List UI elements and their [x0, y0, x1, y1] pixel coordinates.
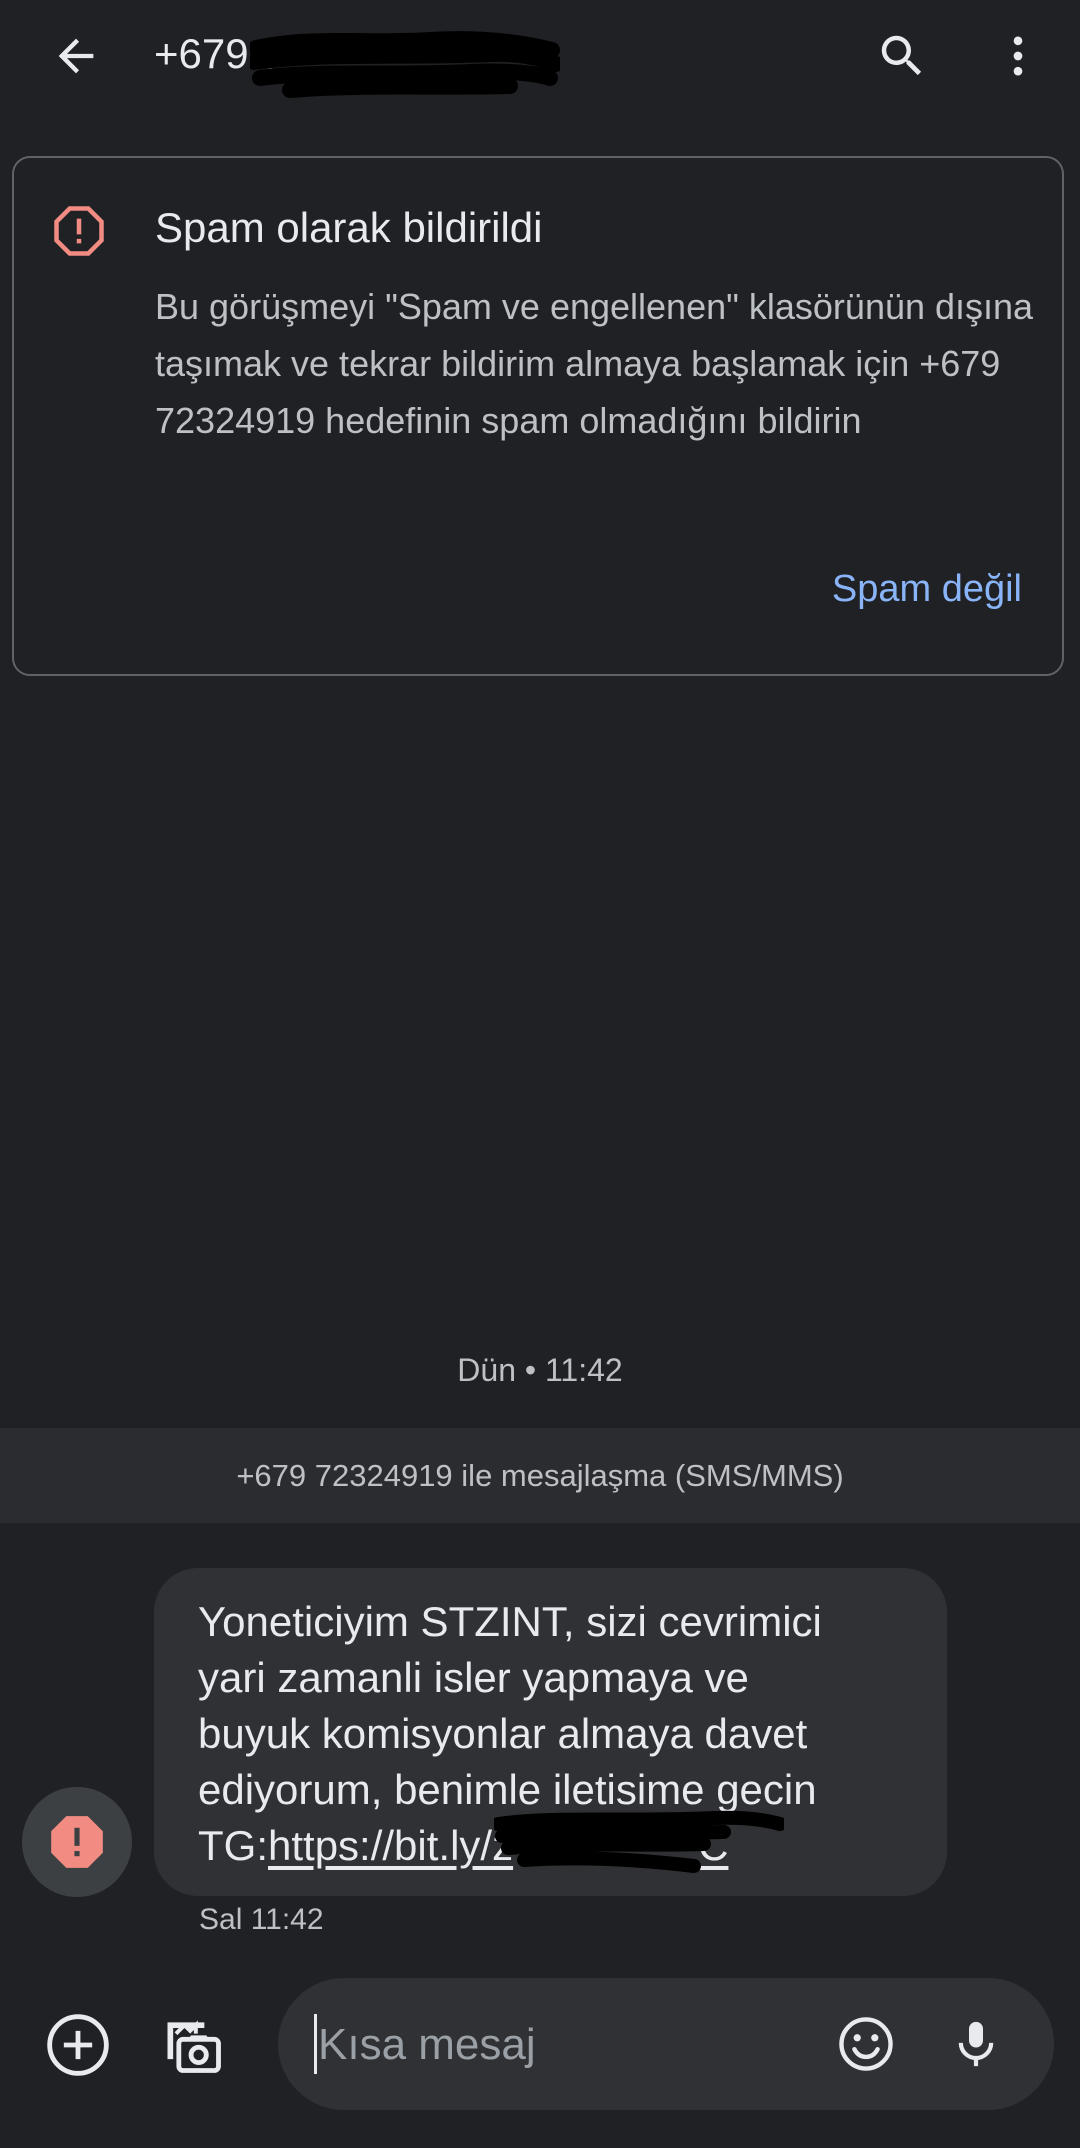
mic-icon — [958, 2021, 994, 2067]
spam-card-title: Spam olarak bildirildi — [155, 204, 543, 251]
gallery-button[interactable] — [153, 2005, 233, 2085]
search-button[interactable] — [862, 16, 942, 96]
sender-avatar[interactable] — [22, 1787, 132, 1897]
message-bubble[interactable]: Yoneticiyim STZINT, sizi cevrimici yari … — [154, 1568, 947, 1896]
message-timestamp: Sal 11:42 — [199, 1903, 324, 1936]
message-link-text: https://bit.ly/z — [268, 1822, 514, 1869]
spam-card-body: Bu görüşmeyi "Spam ve engellenen" klasör… — [155, 286, 1034, 441]
voice-input-button[interactable] — [936, 2004, 1016, 2084]
add-circle-icon — [47, 2014, 109, 2076]
more-options-button[interactable] — [978, 16, 1058, 96]
message-input[interactable] — [316, 2004, 810, 2086]
emoji-button[interactable] — [826, 2004, 906, 2084]
spam-reported-card: Spam olarak bildirildi Bu görüşmeyi "Spa… — [12, 156, 1064, 676]
redaction-scribble — [494, 1810, 784, 1873]
error-icon — [51, 1816, 103, 1868]
sms-protocol-banner: +679 72324919 ile mesajlaşma (SMS/MMS) — [0, 1428, 1080, 1523]
date-divider: Dün • 11:42 — [457, 1352, 623, 1388]
top-app-bar: +679 7 — [0, 0, 1080, 112]
add-attachment-button[interactable] — [38, 2005, 118, 2085]
arrow-back-icon — [58, 38, 94, 74]
more-vert-icon — [1013, 36, 1023, 76]
redaction-scribble — [250, 31, 560, 98]
not-spam-button[interactable]: Spam değil — [832, 568, 1022, 611]
compose-box — [278, 1978, 1054, 2110]
back-button[interactable] — [36, 16, 116, 96]
search-icon — [881, 35, 922, 76]
text-caret — [314, 2014, 317, 2074]
warning-octagon-icon — [54, 206, 104, 256]
sms-banner-text: +679 72324919 ile mesajlaşma (SMS/MMS) — [236, 1457, 844, 1493]
gallery-camera-icon — [167, 2020, 221, 2073]
emoji-icon — [839, 2017, 893, 2071]
